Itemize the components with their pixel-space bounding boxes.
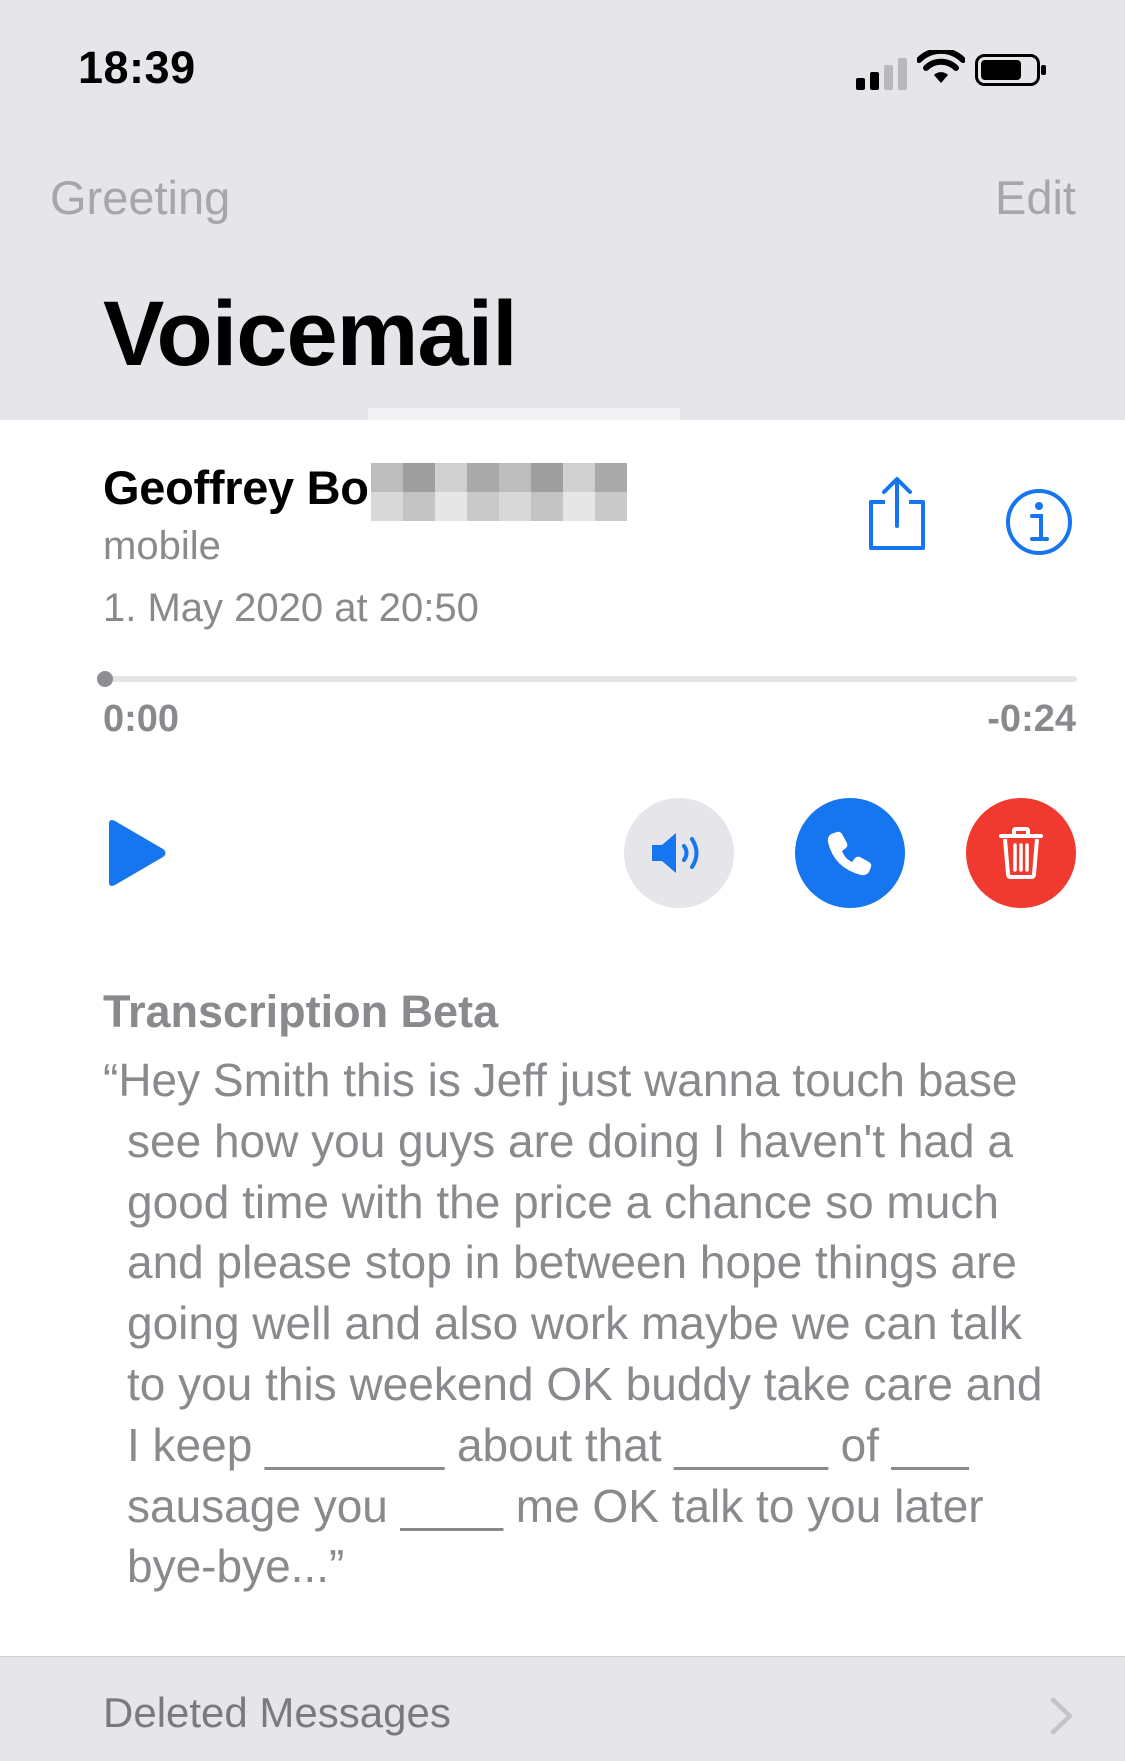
caller-type: mobile <box>103 524 221 568</box>
playback-scrubber[interactable] <box>97 671 113 687</box>
page-title: Voicemail <box>103 283 518 385</box>
header-region: 18:39 Greeting Edit Voicemail <box>0 0 1125 420</box>
call-back-button[interactable] <box>795 798 905 908</box>
battery-icon <box>975 54 1046 86</box>
delete-button[interactable] <box>966 798 1076 908</box>
share-icon[interactable] <box>865 476 929 552</box>
redaction-blur <box>371 463 627 521</box>
trash-icon <box>999 827 1043 879</box>
transcription-title: Transcription Beta <box>103 986 499 1037</box>
caller-name: Geoffrey Bo <box>103 461 369 514</box>
playback-progress-track[interactable] <box>105 676 1077 682</box>
voicemail-date: 1. May 2020 at 20:50 <box>103 586 479 630</box>
wifi-icon <box>917 50 965 83</box>
remaining-time: -0:24 <box>987 698 1076 740</box>
edit-button[interactable]: Edit <box>995 170 1076 225</box>
cellular-signal-icon <box>856 58 907 90</box>
chevron-right-icon <box>1050 1697 1073 1735</box>
info-icon[interactable] <box>1005 488 1073 556</box>
elapsed-time: 0:00 <box>103 698 180 740</box>
play-icon[interactable] <box>105 818 167 888</box>
speaker-button[interactable] <box>624 798 734 908</box>
status-time: 18:39 <box>78 42 196 93</box>
transcription-text: “Hey Smith this is Jeff just wanna touch… <box>103 1054 1043 1593</box>
phone-icon <box>827 831 872 876</box>
deleted-messages-label: Deleted Messages <box>103 1689 451 1736</box>
voicemail-detail-card: Geoffrey Bo mobile 1. May 2020 at 20:50 … <box>0 420 1125 1656</box>
greeting-button[interactable]: Greeting <box>50 170 230 225</box>
deleted-messages-row[interactable]: Deleted Messages <box>0 1656 1125 1761</box>
speaker-icon <box>652 833 699 873</box>
